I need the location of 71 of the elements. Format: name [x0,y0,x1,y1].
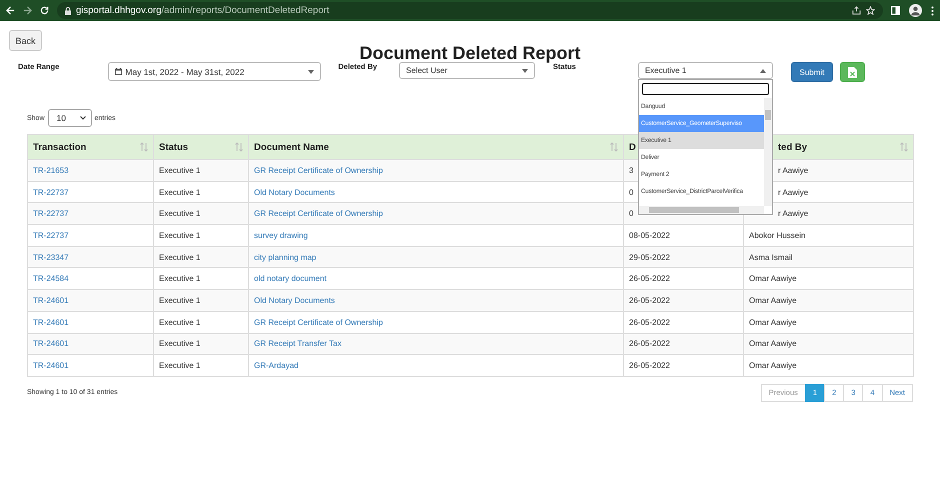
table-cell: 08-05-2022 [624,224,744,246]
table-cell: 29-05-2022 [624,246,744,268]
table-cell: Executive 1 [154,354,248,376]
transaction-link[interactable]: TR-23347 [33,252,69,262]
transaction-link[interactable]: TR-24601 [33,339,69,348]
table-cell: Omar Aawiye [744,290,914,312]
table-cell: Omar Aawiye [744,311,914,333]
document-link[interactable]: Old Notary Documents [254,188,335,197]
status-select[interactable]: Executive 1 [638,62,773,79]
share-icon[interactable] [852,6,861,15]
chevron-icon [80,116,86,120]
transaction-link[interactable]: TR-22737 [33,230,69,240]
caret-icon [308,70,314,74]
table-cell: 26-05-2022 [624,333,744,355]
document-link[interactable]: GR Receipt Certificate of Ownership [254,318,383,327]
scrollbar[interactable] [638,206,764,214]
table-cell: 26-05-2022 [624,311,744,333]
table-cell: Executive 1 [154,224,248,246]
caret-icon [760,68,766,72]
url-text: gisportal.dhhgov.org/admin/reports/DocumentDeletedReport [76,5,330,16]
table-cell: Executive 1 [154,290,248,312]
document-link[interactable]: GR Receipt Transfer Tax [254,339,342,348]
transaction-link[interactable]: TR-24601 [33,361,69,370]
table-cell: Executive 1 [154,333,248,355]
document-link[interactable]: survey drawing [254,230,308,240]
table-cell: Omar Aawiye [744,354,914,376]
table-cell: Asma Ismail [744,246,914,268]
table-cell: Executive 1 [154,202,248,225]
calendar-icon [115,68,122,75]
table-cell: 26-05-2022 [624,354,744,376]
column-header[interactable]: Transaction [28,134,154,160]
back-button[interactable]: Back [9,30,42,51]
user-select[interactable]: Select User [399,62,536,79]
table-cell: Executive 1 [154,246,248,268]
scrollbar[interactable] [764,98,772,206]
page-title: Document Deleted Report [358,42,582,64]
document-link[interactable]: GR Receipt Certificate of Ownership [254,166,383,175]
star-icon[interactable] [866,6,875,15]
document-link[interactable]: Old Notary Documents [254,296,335,305]
search-field[interactable] [642,83,769,95]
lock-icon [65,6,71,14]
table-cell: Executive 1 [154,160,248,182]
profile-icon[interactable] [909,4,922,17]
table-cell: 26-05-2022 [624,290,744,312]
column-header[interactable]: Status [154,134,248,160]
menu-icon[interactable] [931,6,934,16]
transaction-link[interactable]: TR-24601 [33,318,69,327]
transaction-link[interactable]: TR-22737 [33,209,69,218]
address-bar[interactable]: gisportal.dhhgov.org/admin/reports/DocumentDeletedReport [57,2,883,19]
transaction-link[interactable]: TR-24584 [33,274,69,284]
column-header[interactable]: Document Name [248,134,624,160]
document-link[interactable]: city planning map [254,252,316,262]
transaction-link[interactable]: TR-22737 [33,188,69,197]
transaction-link[interactable]: TR-21653 [33,166,69,175]
document-link[interactable]: GR-Ardayad [254,361,298,370]
table-cell: Abokor Hussein [744,224,914,246]
table-cell: Omar Aawiye [744,333,914,355]
date-range-select[interactable]: May 1st, 2022 - May 31st, 2022 [108,62,322,81]
page-length-select[interactable]: 10 [48,109,92,127]
excel-export-button[interactable] [840,62,865,82]
transaction-link[interactable]: TR-24601 [33,296,69,305]
forward-arrow-icon[interactable] [23,6,32,15]
caret-icon [522,68,528,72]
submit-button[interactable]: Submit [790,62,833,82]
document-link[interactable]: old notary document [254,274,326,284]
reload-icon[interactable] [40,6,49,15]
spreadsheet-icon [848,66,857,78]
document-link[interactable]: GR Receipt Certificate of Ownership [254,209,383,218]
sidebar-icon[interactable] [891,6,900,15]
table-cell: Executive 1 [154,311,248,333]
back-arrow-icon[interactable] [6,6,15,15]
